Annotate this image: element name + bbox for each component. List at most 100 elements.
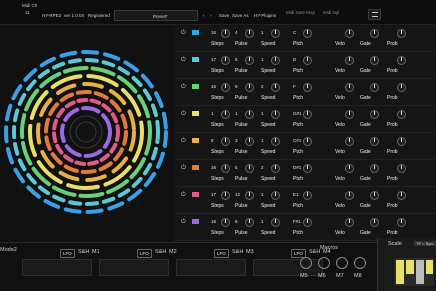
pitch-knob[interactable] bbox=[303, 56, 312, 65]
speed-value[interactable]: 2 bbox=[261, 84, 264, 89]
speed-knob[interactable] bbox=[271, 56, 280, 65]
power-icon[interactable]: ⏻ bbox=[181, 219, 186, 226]
preset-box[interactable]: Preset* bbox=[114, 10, 198, 21]
speed-value[interactable]: 1 bbox=[261, 57, 264, 62]
speed-knob[interactable] bbox=[271, 29, 280, 38]
pitch-knob[interactable] bbox=[303, 29, 312, 38]
modulator-graph[interactable] bbox=[253, 259, 323, 276]
save-as-button[interactable]: Save As bbox=[232, 13, 249, 18]
pulse-knob[interactable] bbox=[245, 110, 254, 119]
pulse-value[interactable]: 3 bbox=[235, 138, 238, 143]
track-color-tab[interactable] bbox=[192, 192, 199, 197]
menu-button[interactable] bbox=[368, 9, 381, 20]
steps-knob[interactable] bbox=[221, 137, 230, 146]
speed-knob[interactable] bbox=[271, 164, 280, 173]
steps-value[interactable]: 8 bbox=[211, 138, 214, 143]
modulator-graph[interactable] bbox=[22, 259, 92, 276]
track-color-tab[interactable] bbox=[192, 84, 199, 89]
pulse-knob[interactable] bbox=[245, 218, 254, 227]
speed-value[interactable]: 1 bbox=[261, 30, 264, 35]
steps-knob[interactable] bbox=[221, 110, 230, 119]
pitch-value[interactable]: C bbox=[293, 30, 296, 35]
prob-knob[interactable] bbox=[397, 191, 406, 200]
prob-knob[interactable] bbox=[397, 218, 406, 227]
pulse-knob[interactable] bbox=[245, 56, 254, 65]
prob-knob[interactable] bbox=[397, 29, 406, 38]
prob-knob[interactable] bbox=[397, 137, 406, 146]
velo-knob[interactable] bbox=[345, 218, 354, 227]
power-icon[interactable]: ⏻ bbox=[181, 30, 186, 37]
modulator-graph[interactable] bbox=[99, 259, 169, 276]
pitch-knob[interactable] bbox=[303, 164, 312, 173]
macro-knob[interactable] bbox=[300, 257, 312, 269]
mode-label[interactable]: S&H bbox=[232, 249, 243, 255]
prob-knob[interactable] bbox=[397, 110, 406, 119]
power-icon[interactable]: ⏻ bbox=[181, 111, 186, 118]
speed-knob[interactable] bbox=[271, 83, 280, 92]
pulse-value[interactable]: 5 bbox=[235, 165, 238, 170]
track-color-tab[interactable] bbox=[192, 165, 199, 170]
gate-knob[interactable] bbox=[370, 29, 379, 38]
lfo-toggle[interactable]: LFO bbox=[137, 249, 152, 258]
steps-knob[interactable] bbox=[221, 83, 230, 92]
gate-knob[interactable] bbox=[370, 218, 379, 227]
velo-knob[interactable] bbox=[345, 29, 354, 38]
steps-knob[interactable] bbox=[221, 164, 230, 173]
gate-knob[interactable] bbox=[370, 137, 379, 146]
scale-key[interactable] bbox=[426, 260, 433, 274]
next-preset-icon[interactable]: › bbox=[210, 13, 212, 18]
gate-knob[interactable] bbox=[370, 110, 379, 119]
speed-knob[interactable] bbox=[271, 218, 280, 227]
pulse-value[interactable]: 8 bbox=[235, 219, 238, 224]
lfo-toggle[interactable]: LFO bbox=[60, 249, 75, 258]
track-color-tab[interactable] bbox=[192, 138, 199, 143]
pitch-knob[interactable] bbox=[303, 83, 312, 92]
pitch-value[interactable]: E1 bbox=[293, 192, 299, 197]
speed-value[interactable]: 2 bbox=[261, 165, 264, 170]
speed-knob[interactable] bbox=[271, 137, 280, 146]
prob-knob[interactable] bbox=[397, 83, 406, 92]
pulse-value[interactable]: 1 bbox=[235, 111, 238, 116]
pulse-value[interactable]: 12 bbox=[235, 192, 240, 197]
speed-knob[interactable] bbox=[271, 110, 280, 119]
power-icon[interactable]: ⏻ bbox=[181, 84, 186, 91]
pulse-value[interactable]: 4 bbox=[235, 30, 238, 35]
prob-knob[interactable] bbox=[397, 164, 406, 173]
pulse-knob[interactable] bbox=[245, 137, 254, 146]
steps-value[interactable]: 17 bbox=[211, 57, 216, 62]
midi-ch-value[interactable]: 11 bbox=[25, 10, 30, 15]
pulse-knob[interactable] bbox=[245, 29, 254, 38]
track-color-tab[interactable] bbox=[192, 111, 199, 116]
steps-value[interactable]: 16 bbox=[211, 165, 216, 170]
scale-keyboard[interactable] bbox=[394, 258, 434, 286]
gate-knob[interactable] bbox=[370, 83, 379, 92]
velo-knob[interactable] bbox=[345, 110, 354, 119]
track-color-tab[interactable] bbox=[192, 57, 199, 62]
macro-knob[interactable] bbox=[354, 257, 366, 269]
scale-key[interactable] bbox=[416, 260, 424, 284]
steps-value[interactable]: 1 bbox=[211, 111, 214, 116]
scale-option[interactable]: TP = Sym bbox=[414, 241, 436, 246]
power-icon[interactable]: ⏻ bbox=[181, 138, 186, 145]
speed-value[interactable]: 1 bbox=[261, 192, 264, 197]
pulse-value[interactable]: 8 bbox=[235, 57, 238, 62]
pulse-knob[interactable] bbox=[245, 191, 254, 200]
speed-value[interactable]: 1 bbox=[261, 219, 264, 224]
velo-knob[interactable] bbox=[345, 56, 354, 65]
prob-knob[interactable] bbox=[397, 56, 406, 65]
pitch-knob[interactable] bbox=[303, 218, 312, 227]
prev-preset-icon[interactable]: ‹ bbox=[203, 13, 205, 18]
steps-knob[interactable] bbox=[221, 29, 230, 38]
steps-knob[interactable] bbox=[221, 191, 230, 200]
mode-label[interactable]: S&H bbox=[78, 249, 89, 255]
pulse-knob[interactable] bbox=[245, 164, 254, 173]
macro-knob[interactable] bbox=[336, 257, 348, 269]
modulator-graph[interactable] bbox=[176, 259, 246, 276]
pitch-value[interactable]: G#1 bbox=[293, 111, 302, 116]
steps-value[interactable]: 17 bbox=[211, 192, 216, 197]
velo-knob[interactable] bbox=[345, 164, 354, 173]
pitch-value[interactable]: D bbox=[293, 57, 296, 62]
steps-value[interactable]: 16 bbox=[211, 219, 216, 224]
power-icon[interactable]: ⏻ bbox=[181, 165, 186, 172]
gate-knob[interactable] bbox=[370, 191, 379, 200]
